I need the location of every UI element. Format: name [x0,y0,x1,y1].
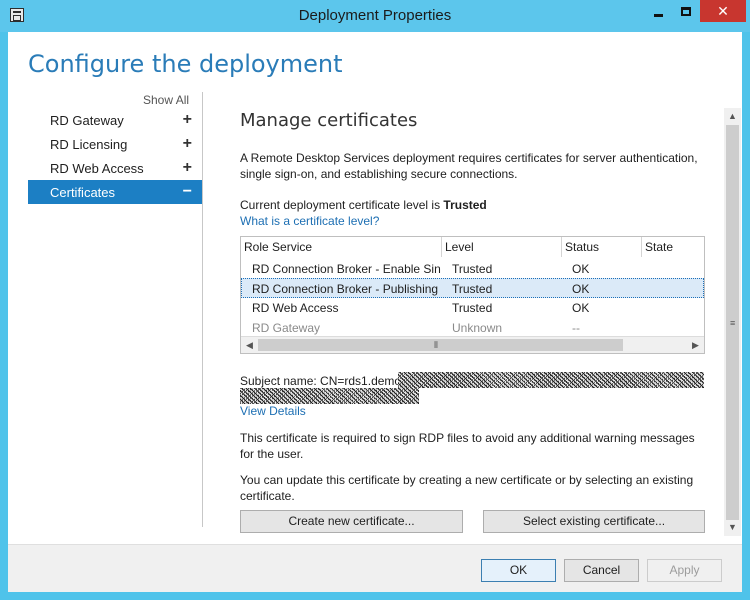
create-new-certificate-button[interactable]: Create new certificate... [240,510,463,533]
column-header-role-service[interactable]: Role Service [241,237,442,257]
cancel-button[interactable]: Cancel [564,559,639,582]
nav-item-rd-licensing[interactable]: RD Licensing + [28,132,202,156]
cell-level: Trusted [452,262,493,276]
ok-button[interactable]: OK [481,559,556,582]
horizontal-scrollbar[interactable]: ◀ ⦀ ▶ [241,336,704,353]
nav-item-rd-gateway[interactable]: RD Gateway + [28,108,202,132]
nav-item-label: Certificates [50,184,116,200]
cell-role: RD Gateway [252,321,321,335]
nav-item-certificates[interactable]: Certificates − [28,180,202,204]
expand-icon: + [182,159,192,176]
grip-icon: ⦀ [434,340,438,350]
nav-divider [202,92,203,527]
column-header-state[interactable]: State [642,237,704,257]
grip-icon: ≡ [730,318,736,328]
subject-name-text: Subject name: CN=rds1.demo [240,374,402,388]
title-bar: Deployment Properties ✕ [0,0,750,32]
cell-role: RD Web Access [252,301,339,315]
vertical-scrollbar[interactable]: ▲ ≡ ▼ [724,108,741,536]
maximize-button[interactable] [672,0,700,22]
view-details-link[interactable]: View Details [240,403,306,419]
window-title: Deployment Properties [298,7,452,24]
minimize-button[interactable] [644,0,672,22]
sign-rdp-note: This certificate is required to sign RDP… [240,431,695,461]
table-row[interactable]: RD Connection Broker - Enable Sing Trust… [241,259,704,279]
cell-role: RD Connection Broker - Enable Sing [252,262,441,276]
table-row-selected[interactable]: RD Connection Broker - Publishing Truste… [241,278,704,298]
dialog-body: Configure the deployment Show All RD Gat… [8,32,742,592]
maximize-icon [681,6,691,16]
cell-level: Trusted [452,282,493,296]
certificate-level-text: Current deployment certificate level is … [240,197,710,213]
nav-item-label: RD Licensing [50,136,128,152]
column-header-level[interactable]: Level [442,237,562,257]
role-service-table[interactable]: Role Service Level Status State RD Conne… [240,236,705,354]
nav-item-label: RD Web Access [50,160,144,176]
scroll-left-icon[interactable]: ◀ [241,337,258,353]
redacted-subject-name [398,372,704,388]
page-title: Configure the deployment [28,50,343,78]
scroll-right-icon[interactable]: ▶ [687,337,704,353]
table-row[interactable]: RD Web Access Trusted OK [241,298,704,318]
expand-icon: + [182,135,192,152]
minimize-icon [653,13,663,17]
redacted-subject-name-continued [240,388,419,404]
show-all-link[interactable]: Show All [143,93,189,107]
level-prefix: Current deployment certificate level is [240,198,444,212]
cell-role: RD Connection Broker - Publishing [252,282,439,296]
close-button[interactable]: ✕ [700,0,746,22]
section-title: Manage certificates [240,110,418,131]
nav-item-label: RD Gateway [50,112,124,128]
cell-status: OK [572,282,590,296]
cell-level: Trusted [452,301,493,315]
dialog-footer: OK Cancel Apply [8,545,742,592]
close-icon: ✕ [717,2,729,19]
scroll-up-icon[interactable]: ▲ [724,108,741,125]
table-row[interactable]: RD Gateway Unknown -- [241,318,704,338]
cell-level: Unknown [452,321,503,335]
table-header: Role Service Level Status State [241,237,704,257]
cell-status: OK [572,262,590,276]
scrollbar-thumb[interactable]: ≡ [726,125,739,520]
column-header-status[interactable]: Status [562,237,642,257]
cell-status: -- [572,321,580,335]
collapse-icon: − [182,183,192,200]
cell-status: OK [572,301,590,315]
scrollbar-thumb[interactable]: ⦀ [258,339,623,351]
update-certificate-note: You can update this certificate by creat… [240,473,694,503]
apply-button[interactable]: Apply [647,559,722,582]
intro-text: A Remote Desktop Services deployment req… [240,151,698,181]
scroll-down-icon[interactable]: ▼ [724,519,741,536]
nav-item-rd-web-access[interactable]: RD Web Access + [28,156,202,180]
certificate-level-link[interactable]: What is a certificate level? [240,213,379,229]
select-existing-certificate-button[interactable]: Select existing certificate... [483,510,705,533]
expand-icon: + [182,111,192,128]
level-value: Trusted [443,198,487,212]
